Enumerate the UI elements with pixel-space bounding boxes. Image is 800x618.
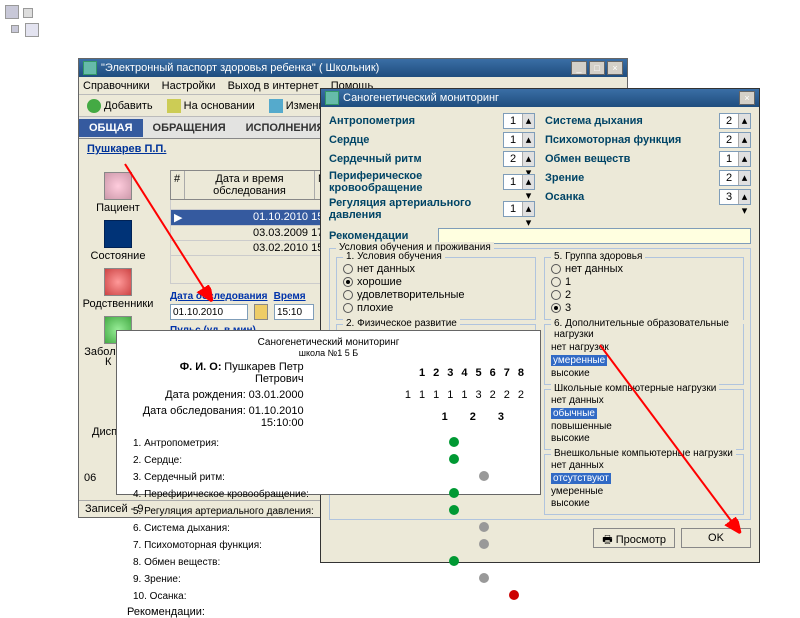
minimize-button[interactable]: _ xyxy=(571,61,587,75)
report-row: 3. Сердечный ритм: xyxy=(129,470,528,485)
time-input[interactable] xyxy=(274,304,314,320)
list-option[interactable]: нет нагрузок xyxy=(551,342,737,353)
param-name: Регуляция артериального давления xyxy=(329,197,497,221)
radio-option[interactable]: хорошие xyxy=(343,276,529,288)
param-name: Система дыхания xyxy=(545,115,713,127)
dialog-titlebar: Саногенетический мониторинг × xyxy=(321,89,759,107)
app-icon xyxy=(83,61,97,75)
truncated-label: 06 xyxy=(84,472,96,484)
spinner[interactable]: 1▴▾ xyxy=(719,151,751,167)
grid-header: # Дата и время обследования М xyxy=(170,170,330,200)
radio-option[interactable]: 1 xyxy=(551,276,737,288)
param-name: Периферическое кровообращение xyxy=(329,170,497,194)
calendar-icon[interactable] xyxy=(254,304,268,320)
report-row: 7. Психомоторная функция: xyxy=(129,538,528,553)
recommendations-label: Рекомендации xyxy=(329,230,432,242)
report-row: 6. Система дыхания: xyxy=(129,521,528,536)
list-option[interactable]: обычные xyxy=(551,408,597,419)
close-button[interactable]: × xyxy=(607,61,623,75)
add-button[interactable]: Добавить xyxy=(83,98,157,114)
radio-option[interactable]: нет данных xyxy=(343,263,529,275)
group-1: 1. Условия обучениянет данныххорошиеудов… xyxy=(336,257,536,320)
date-label: Дата обследования xyxy=(170,291,267,302)
report-subtitle: школа №1 5 Б xyxy=(127,348,530,358)
spinner[interactable]: 2▴▾ xyxy=(719,113,751,129)
nav-patient[interactable]: Пациент xyxy=(96,172,140,214)
menu-item[interactable]: Выход в интернет xyxy=(228,80,319,92)
report-title: Саногенетический мониторинг xyxy=(127,337,530,348)
spinner[interactable]: 3▴▾ xyxy=(719,189,751,205)
grid-row[interactable]: 03.02.2010 15:10 xyxy=(170,241,330,256)
report-row: 9. Зрение: xyxy=(129,572,528,587)
menu-item[interactable]: Справочники xyxy=(83,80,150,92)
radio-option[interactable]: плохие xyxy=(343,302,529,314)
list-option[interactable]: нет данных xyxy=(551,460,737,471)
list-option[interactable]: высокие xyxy=(551,368,737,379)
report-row: 4. Перефирическое кровообращение: xyxy=(129,487,528,502)
tab-requests[interactable]: ОБРАЩЕНИЯ xyxy=(143,119,236,137)
list-option[interactable]: отсутствуют xyxy=(551,473,611,484)
nav-state[interactable]: Состояние xyxy=(91,220,146,262)
dialog-close-button[interactable]: × xyxy=(739,91,755,105)
decorative-squares xyxy=(5,5,45,45)
report-row: 5. Регуляция артериального давления: xyxy=(129,504,528,519)
grid-row[interactable]: ▶01.10.2010 15:10 xyxy=(170,210,330,226)
group-5: 5. Группа здоровьянет данных123 xyxy=(544,257,744,320)
spinner[interactable]: 2▴▾ xyxy=(719,132,751,148)
report-row: 10. Осанка: xyxy=(129,589,528,604)
param-name: Антропометрия xyxy=(329,115,497,127)
based-on-button[interactable]: На основании xyxy=(163,98,259,114)
truncated-label: Дисп xyxy=(92,426,117,438)
main-title: "Электронный паспорт здоровья ребенка" (… xyxy=(101,62,379,74)
date-input[interactable] xyxy=(170,304,248,320)
group-8: Внешкольные компьютерные нагрузкинет дан… xyxy=(544,454,744,515)
report-row: 2. Сердце: xyxy=(129,453,528,468)
report-preview: Саногенетический мониторинг школа №1 5 Б… xyxy=(116,330,541,495)
tab-general[interactable]: ОБЩАЯ xyxy=(79,119,143,137)
menu-item[interactable]: Настройки xyxy=(162,80,216,92)
list-option[interactable]: повышенные xyxy=(551,421,737,432)
nav-relatives[interactable]: Родственники xyxy=(83,268,154,310)
list-option[interactable]: умеренные xyxy=(551,486,737,497)
report-row: 1. Антропометрия: xyxy=(129,436,528,451)
spinner[interactable]: 2▴▾ xyxy=(719,170,751,186)
param-name: Осанка xyxy=(545,191,713,203)
spinner[interactable]: 1▴▾ xyxy=(503,113,535,129)
report-row: 8. Обмен веществ: xyxy=(129,555,528,570)
param-name: Сердечный ритм xyxy=(329,153,497,165)
ok-button[interactable]: OK xyxy=(681,528,751,548)
param-name: Обмен веществ xyxy=(545,153,713,165)
list-option[interactable]: высокие xyxy=(551,433,737,444)
exam-grid-area: # Дата и время обследования М ▶01.10.201… xyxy=(170,170,330,352)
spinner[interactable]: 1▴▾ xyxy=(503,201,535,217)
radio-option[interactable]: нет данных xyxy=(551,263,737,275)
radio-option[interactable]: удовлетворительные xyxy=(343,289,529,301)
spinner[interactable]: 1▴▾ xyxy=(503,174,535,190)
report-recommendations: Рекомендации: xyxy=(127,606,530,618)
truncated-label: К xyxy=(105,356,111,368)
list-option[interactable]: умеренные xyxy=(551,355,607,366)
radio-option[interactable]: 2 xyxy=(551,289,737,301)
maximize-button[interactable]: □ xyxy=(589,61,605,75)
list-option[interactable]: высокие xyxy=(551,498,737,509)
param-name: Психомоторная функция xyxy=(545,134,713,146)
grid-row[interactable]: 03.03.2009 17:18 xyxy=(170,226,330,241)
dialog-title: Саногенетический мониторинг xyxy=(343,92,499,104)
dialog-icon xyxy=(325,91,339,105)
time-label: Время xyxy=(274,291,306,302)
spinner[interactable]: 1▴▾ xyxy=(503,132,535,148)
param-name: Сердце xyxy=(329,134,497,146)
preview-button[interactable]: 🖶 Просмотр xyxy=(593,528,675,548)
list-option[interactable]: нет данных xyxy=(551,395,737,406)
main-titlebar: "Электронный паспорт здоровья ребенка" (… xyxy=(79,59,627,77)
param-name: Зрение xyxy=(545,172,713,184)
radio-option[interactable]: 3 xyxy=(551,302,737,314)
spinner[interactable]: 2▴▾ xyxy=(503,151,535,167)
group-6: 6. Дополнительные образовательные нагруз… xyxy=(544,324,744,385)
group-7: Школьные компьютерные нагрузкинет данных… xyxy=(544,389,744,450)
